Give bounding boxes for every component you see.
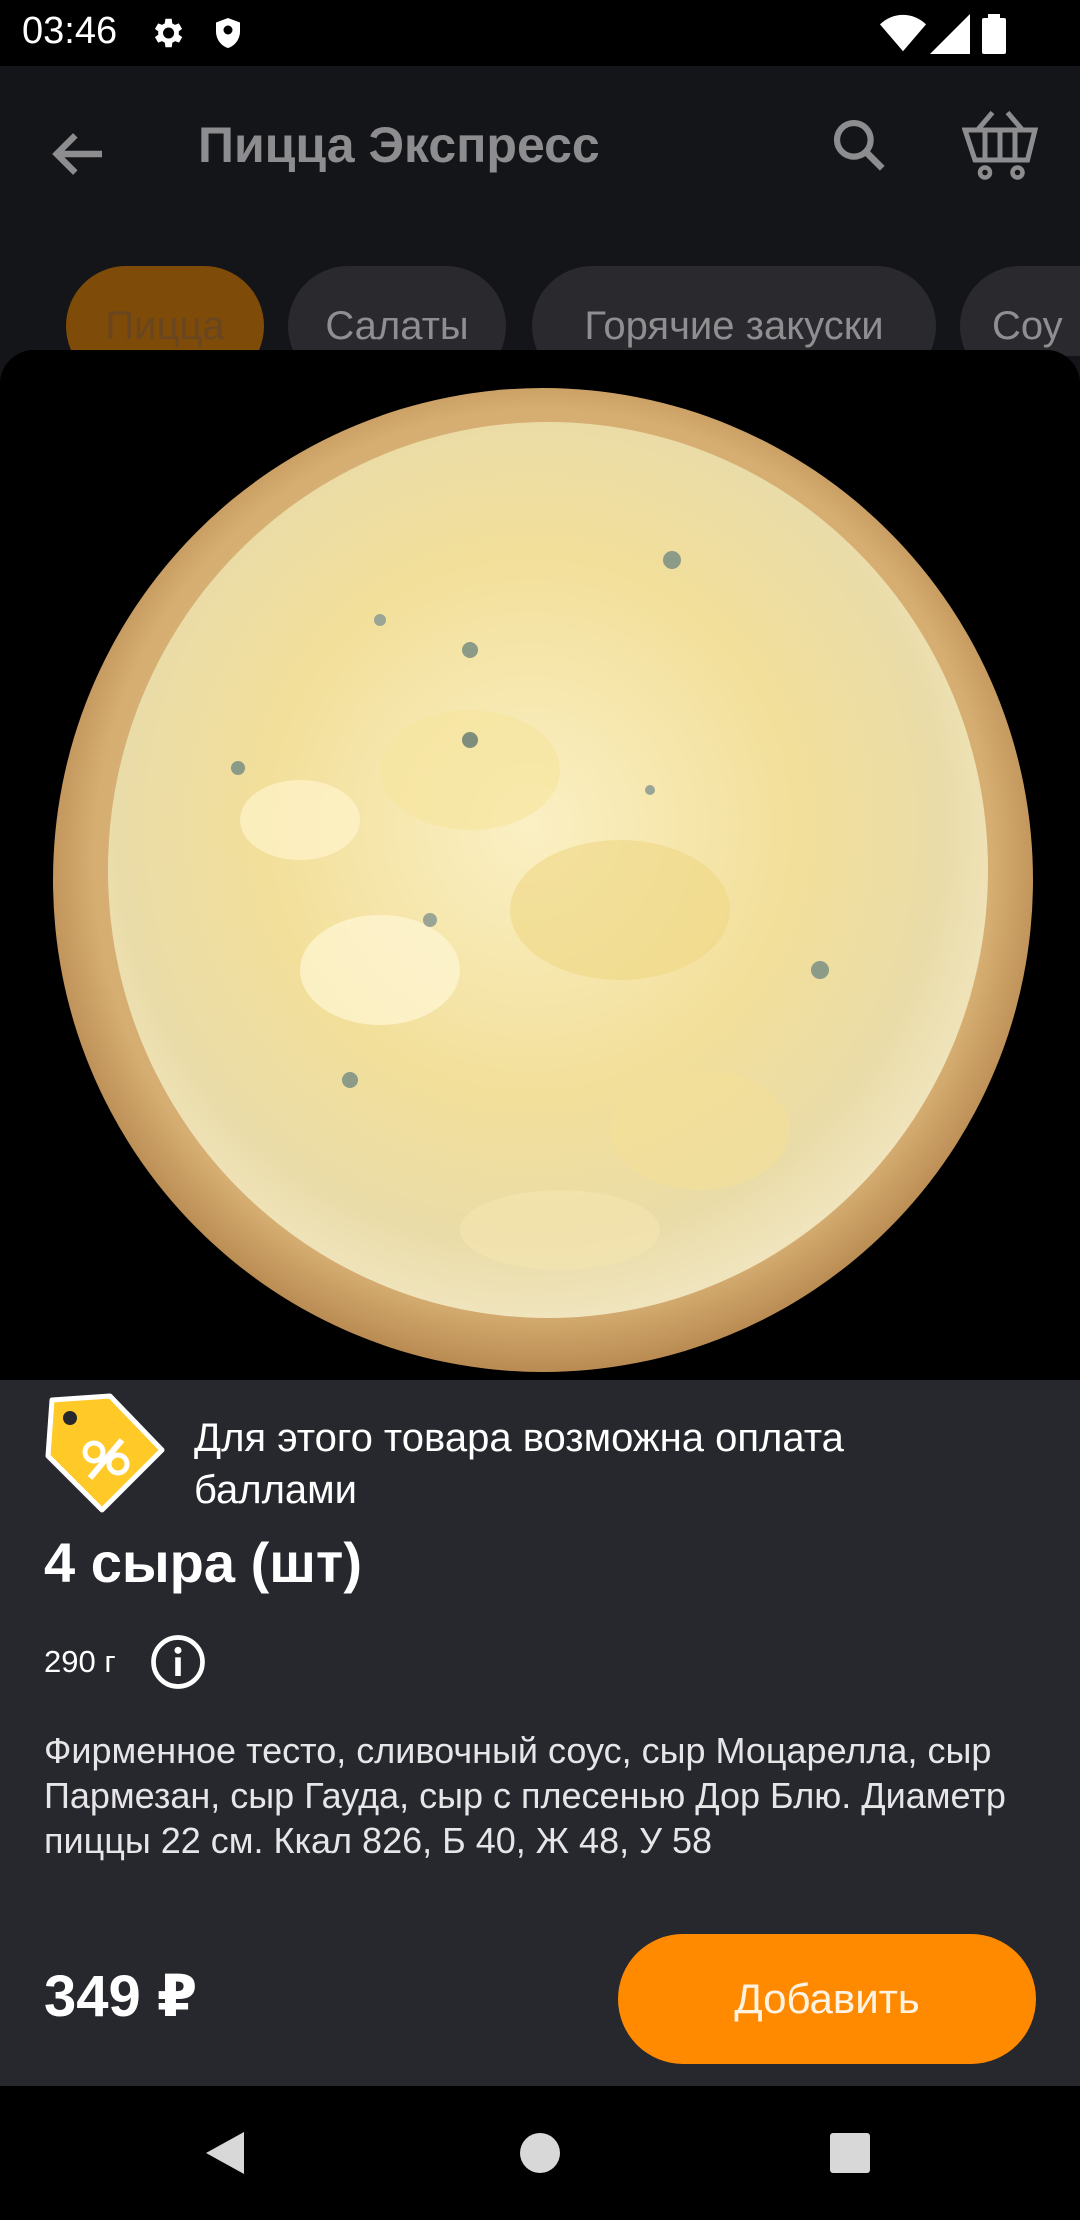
product-description: Фирменное тесто, сливочный соус, сыр Моц… [44,1730,1006,1861]
cart-icon[interactable] [962,110,1038,180]
product-sheet: Для этого товара возможна оплата баллами… [0,350,1080,2086]
signal-icon [930,14,970,54]
points-notice: Для этого товара возможна оплата баллами [44,1392,1044,1513]
add-to-cart-button[interactable]: Добавить [618,1934,1036,2064]
tab-salads[interactable]: Салаты [288,266,506,356]
product-price: 349 ₽ [44,1964,198,2029]
info-icon[interactable] [150,1634,206,1690]
app-bar: Пицца Экспресс [0,66,1080,226]
status-time: 03:46 [22,10,118,52]
search-icon[interactable] [828,114,890,176]
category-tabs: Пицца Салаты Горячие закуски Соу [0,266,1080,356]
product-name: 4 сыра (шт) [44,1531,362,1594]
system-navigation-bar [0,2086,1080,2220]
tab-sauces[interactable]: Соу [960,266,1080,356]
nav-home-icon[interactable] [460,2086,620,2220]
nav-back-icon[interactable] [146,2086,306,2220]
points-notice-text: Для этого товара возможна оплата баллами [194,1416,844,1512]
tab-pizza[interactable]: Пицца [66,266,264,356]
wifi-icon [880,14,926,52]
product-photo [0,350,1080,1380]
nav-recents-icon[interactable] [770,2086,930,2220]
back-arrow-icon[interactable] [46,122,110,186]
gear-icon [154,18,183,48]
discount-tag-icon [45,1393,165,1513]
tab-hot-snacks[interactable]: Горячие закуски [532,266,936,356]
status-bar: 03:46 [0,0,1080,66]
shield-icon [216,18,240,48]
battery-icon [982,14,1006,54]
product-weight: 290 г [44,1644,116,1679]
app-title: Пицца Экспресс [198,117,600,173]
